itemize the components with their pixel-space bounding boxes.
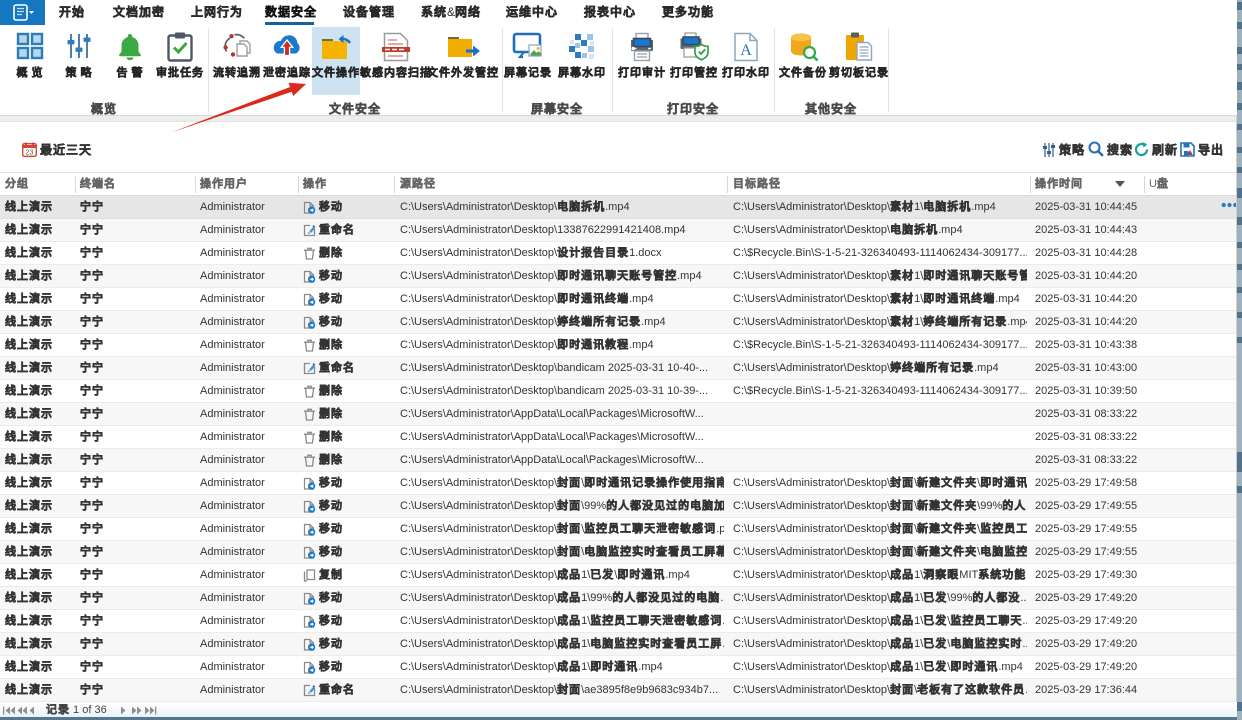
svg-text:A: A [740, 42, 752, 59]
svg-text:23: 23 [26, 149, 34, 156]
